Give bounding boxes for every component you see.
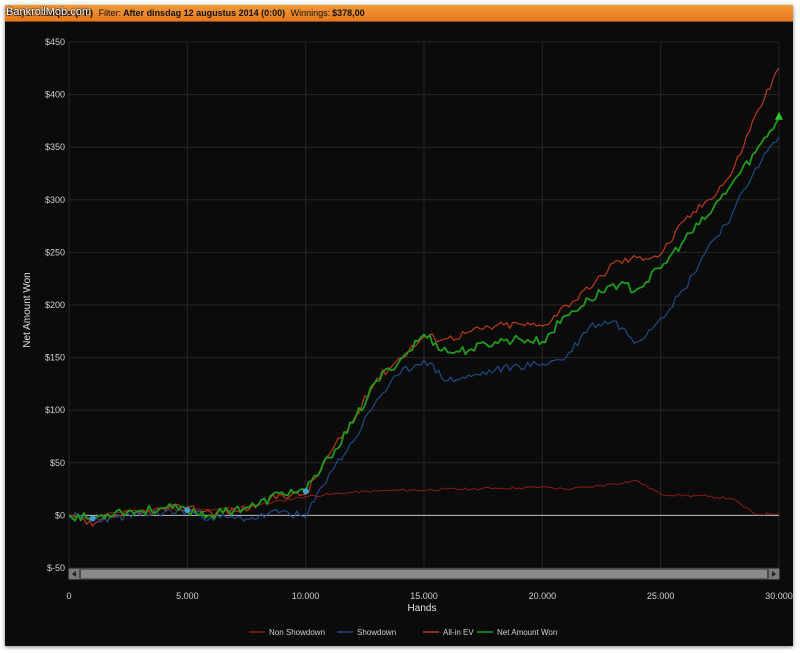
y-tick-label: $250 xyxy=(45,247,65,257)
y-tick-label: $-50 xyxy=(47,563,65,573)
x-axis-title: Hands xyxy=(408,603,437,614)
legend-label: Showdown xyxy=(357,628,396,637)
legend-label: All-in EV xyxy=(443,628,474,637)
watermark: BankrollMob.com xyxy=(6,6,91,18)
y-tick-label: $50 xyxy=(50,458,65,468)
y-tick-label: $150 xyxy=(45,353,65,363)
legend-label: Non Showdown xyxy=(269,628,325,637)
y-tick-label: $400 xyxy=(45,90,65,100)
y-tick-label: $100 xyxy=(45,405,65,415)
x-tick-label: 30.000 xyxy=(765,591,793,601)
y-axis-title: Net Amount Won xyxy=(22,272,33,347)
x-tick-label: 20.000 xyxy=(529,591,557,601)
x-tick-label: 15.000 xyxy=(410,591,438,601)
marker-point xyxy=(89,515,96,522)
x-tick-label: 25.000 xyxy=(647,591,675,601)
x-tick-label: 5.000 xyxy=(176,591,199,601)
y-tick-label: $200 xyxy=(45,300,65,310)
y-tick-label: $350 xyxy=(45,142,65,152)
graph-window: BankrollMob.com Player: marqiss (PP) Filt… xyxy=(5,5,793,646)
y-tick-label: $450 xyxy=(45,37,65,47)
x-tick-label: 10.000 xyxy=(292,591,320,601)
y-tick-label: $0 xyxy=(55,510,65,520)
legend-label: Net Amount Won xyxy=(497,628,557,637)
y-tick-label: $300 xyxy=(45,195,65,205)
marker-point xyxy=(184,507,191,514)
chart-background xyxy=(5,22,793,646)
net-won-chart: $-50 $0 $50 $100 $150 $200 $250 $300 $350 $400 $45… xyxy=(5,22,793,646)
x-tick-label: 0 xyxy=(66,591,71,601)
marker-point xyxy=(302,488,309,495)
scrollbar-thumb[interactable] xyxy=(81,570,767,578)
